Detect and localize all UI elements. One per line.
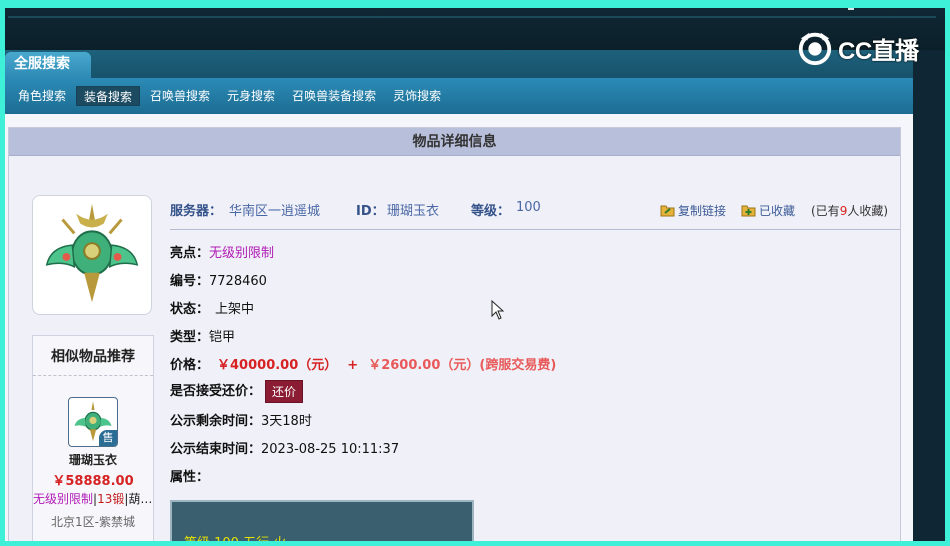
fav-suffix: 人收藏) [847,204,889,218]
similar-item-name[interactable]: 珊瑚玉衣 [33,451,153,468]
end-time-value: 2023-08-25 10:11:37 [261,442,400,457]
server-value: 华南区一逍遥城 [229,204,321,219]
similar-items-title: 相似物品推荐 [33,336,153,376]
field-highlight: 亮点：无级别限制 [170,242,274,261]
counter-offer-label: 是否接受还价： [170,384,262,399]
remaining-time-label: 公示剩余时间： [170,414,262,429]
sale-badge: 售 [99,430,117,446]
field-number: 编号：7728460 [170,270,267,289]
similar-tag-highlight: 无级别限制 [33,492,94,506]
similar-tag-more: 葫… [128,492,153,506]
remaining-time-value: 3天18时 [261,414,312,429]
similar-items-box: 相似物品推荐 售 珊瑚玉衣 ￥58888.00 无级别限制|13锻|葫… 北京1… [32,335,154,546]
field-status: 状态： 上架中 [170,298,254,317]
field-end-time: 公示结束时间：2023-08-25 10:11:37 [170,438,399,457]
field-remaining-time: 公示剩余时间：3天18时 [170,410,312,429]
cc-live-logo: CC直播 [796,28,919,68]
similar-item-tags: 无级别限制|13锻|葫… [33,490,153,507]
top-mark [848,6,854,10]
highlight-label: 亮点： [170,246,210,261]
armor-item-icon [45,203,139,303]
id-label: ID： [356,204,385,219]
copy-link-action[interactable]: 复制链接 [660,202,726,219]
field-attributes: 属性： [170,466,209,485]
attributes-text: 等级 100 五行 火 [184,536,287,546]
attributes-box: 等级 100 五行 火 [170,500,474,546]
nav-accessory-search[interactable]: 灵饰搜索 [386,86,448,106]
type-value: 铠甲 [209,330,236,345]
copy-link-label[interactable]: 复制链接 [678,202,726,219]
top-divider [8,16,936,18]
id-value: 珊瑚玉衣 [387,204,440,219]
search-nav: 角色搜索 装备搜索 召唤兽搜索 元身搜索 召唤兽装备搜索 灵饰搜索 [5,78,913,114]
nav-role-search[interactable]: 角色搜索 [11,86,73,106]
end-time-label: 公示结束时间： [170,442,262,457]
panel-title: 物品详细信息 [9,128,900,156]
item-image [32,195,152,315]
nav-avatar-search[interactable]: 元身搜索 [220,86,282,106]
tab-global-search[interactable]: 全服搜索 [5,52,91,78]
price-label: 价格： [170,358,210,373]
price-value: ￥40000.00（元） [217,358,338,373]
right-background [913,50,950,546]
server-label: 服务器： [170,204,223,219]
nav-summon-search[interactable]: 召唤兽搜索 [143,86,217,106]
status-value: 上架中 [215,302,255,317]
counter-offer-button[interactable]: 还价 [265,380,304,403]
nav-summon-equipment-search[interactable]: 召唤兽装备搜索 [285,86,383,106]
cc-live-logo-icon [798,32,832,66]
favorite-count: (已有9人收藏) [811,202,888,219]
field-type: 类型：铠甲 [170,326,235,345]
favorite-action[interactable]: 已收藏 [741,202,795,219]
similar-item-thumbnail[interactable]: 售 [68,397,118,447]
favorite-label[interactable]: 已收藏 [759,202,795,219]
field-counter-offer: 是否接受还价： 还价 [170,380,304,403]
level-value: 100 [516,200,541,215]
attributes-label: 属性： [170,470,210,485]
number-value: 7728460 [209,274,267,289]
logo-text: CC直播 [838,37,919,65]
similar-tag-forge: 13锻 [97,492,125,506]
price-fee: ￥2600.00（元）(跨服交易费) [368,358,557,373]
level-label: 等级： [471,204,511,219]
mouse-cursor-icon [491,300,505,320]
number-label: 编号： [170,274,210,289]
similar-item-server: 北京1区-紫禁城 [51,515,135,529]
folder-favorite-icon [741,205,756,217]
highlight-value: 无级别限制 [209,246,275,261]
status-label: 状态： [170,302,210,317]
type-label: 类型： [170,330,210,345]
price-plus: + [347,358,359,373]
info-divider [170,229,900,230]
field-price: 价格： ￥40000.00（元） + ￥2600.00（元）(跨服交易费) [170,354,556,373]
folder-link-icon [660,205,675,217]
fav-prefix: (已有 [811,204,840,218]
nav-equipment-search[interactable]: 装备搜索 [76,86,141,106]
similar-item-price: ￥58888.00 [52,474,134,489]
top-tiny-text: 94090555 [6,0,42,8]
